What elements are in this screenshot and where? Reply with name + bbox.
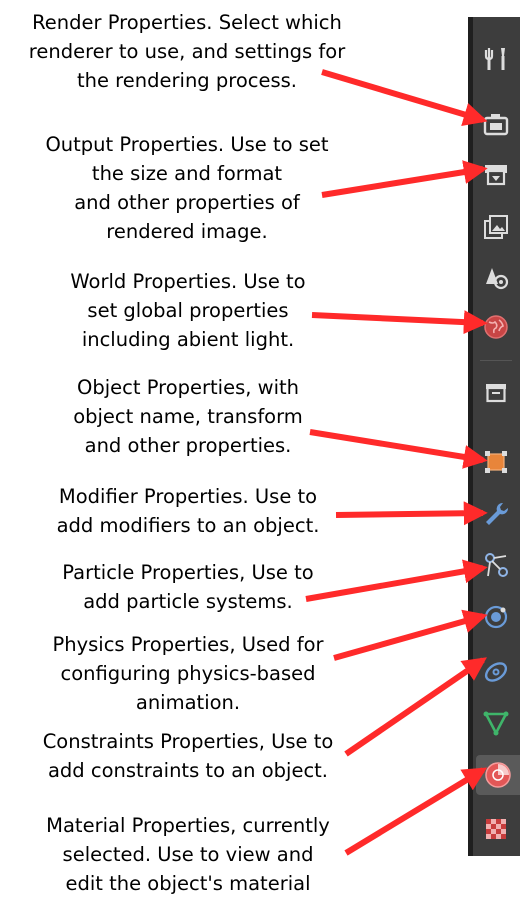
render-annotation: Render Properties. Select which renderer… bbox=[28, 11, 346, 92]
tool-properties-button[interactable] bbox=[476, 39, 516, 79]
object-annotation: Object Properties, with object name, tra… bbox=[73, 376, 303, 457]
tool-icon bbox=[484, 48, 505, 70]
image-layers-icon bbox=[484, 215, 508, 239]
constraint-icon bbox=[484, 662, 508, 682]
material-annotation: Material Properties, currently selected.… bbox=[46, 814, 330, 895]
material-properties-button[interactable] bbox=[476, 755, 520, 795]
data-properties-button[interactable] bbox=[476, 703, 516, 743]
physics-properties-button[interactable] bbox=[476, 597, 516, 637]
collection-properties-button[interactable] bbox=[476, 372, 516, 412]
particles-icon bbox=[485, 553, 508, 577]
particle-annotation: Particle Properties, Use to add particle… bbox=[62, 561, 314, 613]
object-properties-button[interactable] bbox=[476, 442, 516, 482]
collection-box-icon bbox=[486, 384, 506, 403]
world-properties-button[interactable] bbox=[476, 307, 516, 347]
toolbar-divider bbox=[480, 360, 512, 361]
material-sphere-icon bbox=[485, 762, 511, 788]
texture-properties-button[interactable] bbox=[476, 809, 516, 849]
render-properties-button[interactable] bbox=[476, 104, 516, 144]
object-square-icon bbox=[485, 451, 507, 473]
output-properties-button[interactable] bbox=[476, 154, 516, 194]
physics-orbit-icon bbox=[484, 605, 508, 629]
scene-properties-button[interactable] bbox=[476, 257, 516, 297]
mesh-triangle-icon bbox=[483, 711, 509, 736]
printer-icon bbox=[485, 165, 507, 186]
properties-editor-tabs bbox=[468, 17, 520, 856]
wrench-icon bbox=[486, 502, 509, 525]
scene-icon bbox=[486, 268, 509, 290]
output-annotation: Output Properties. Use to set the size a… bbox=[45, 133, 329, 243]
world-icon bbox=[484, 315, 508, 339]
constraints-annotation: Constraints Properties, Use to add const… bbox=[42, 730, 334, 782]
modifier-properties-button[interactable] bbox=[476, 494, 516, 534]
checker-texture-icon bbox=[486, 819, 506, 839]
toolbar-edge bbox=[468, 17, 473, 856]
camera-icon bbox=[483, 114, 509, 136]
modifier-annotation: Modifier Properties. Use to add modifier… bbox=[56, 485, 320, 537]
view-layer-properties-button[interactable] bbox=[476, 207, 516, 247]
world-annotation: World Properties. Use to set global prop… bbox=[70, 270, 306, 351]
physics-annotation: Physics Properties, Used for configuring… bbox=[52, 633, 324, 714]
constraint-properties-button[interactable] bbox=[476, 652, 516, 692]
particle-properties-button[interactable] bbox=[476, 545, 516, 585]
